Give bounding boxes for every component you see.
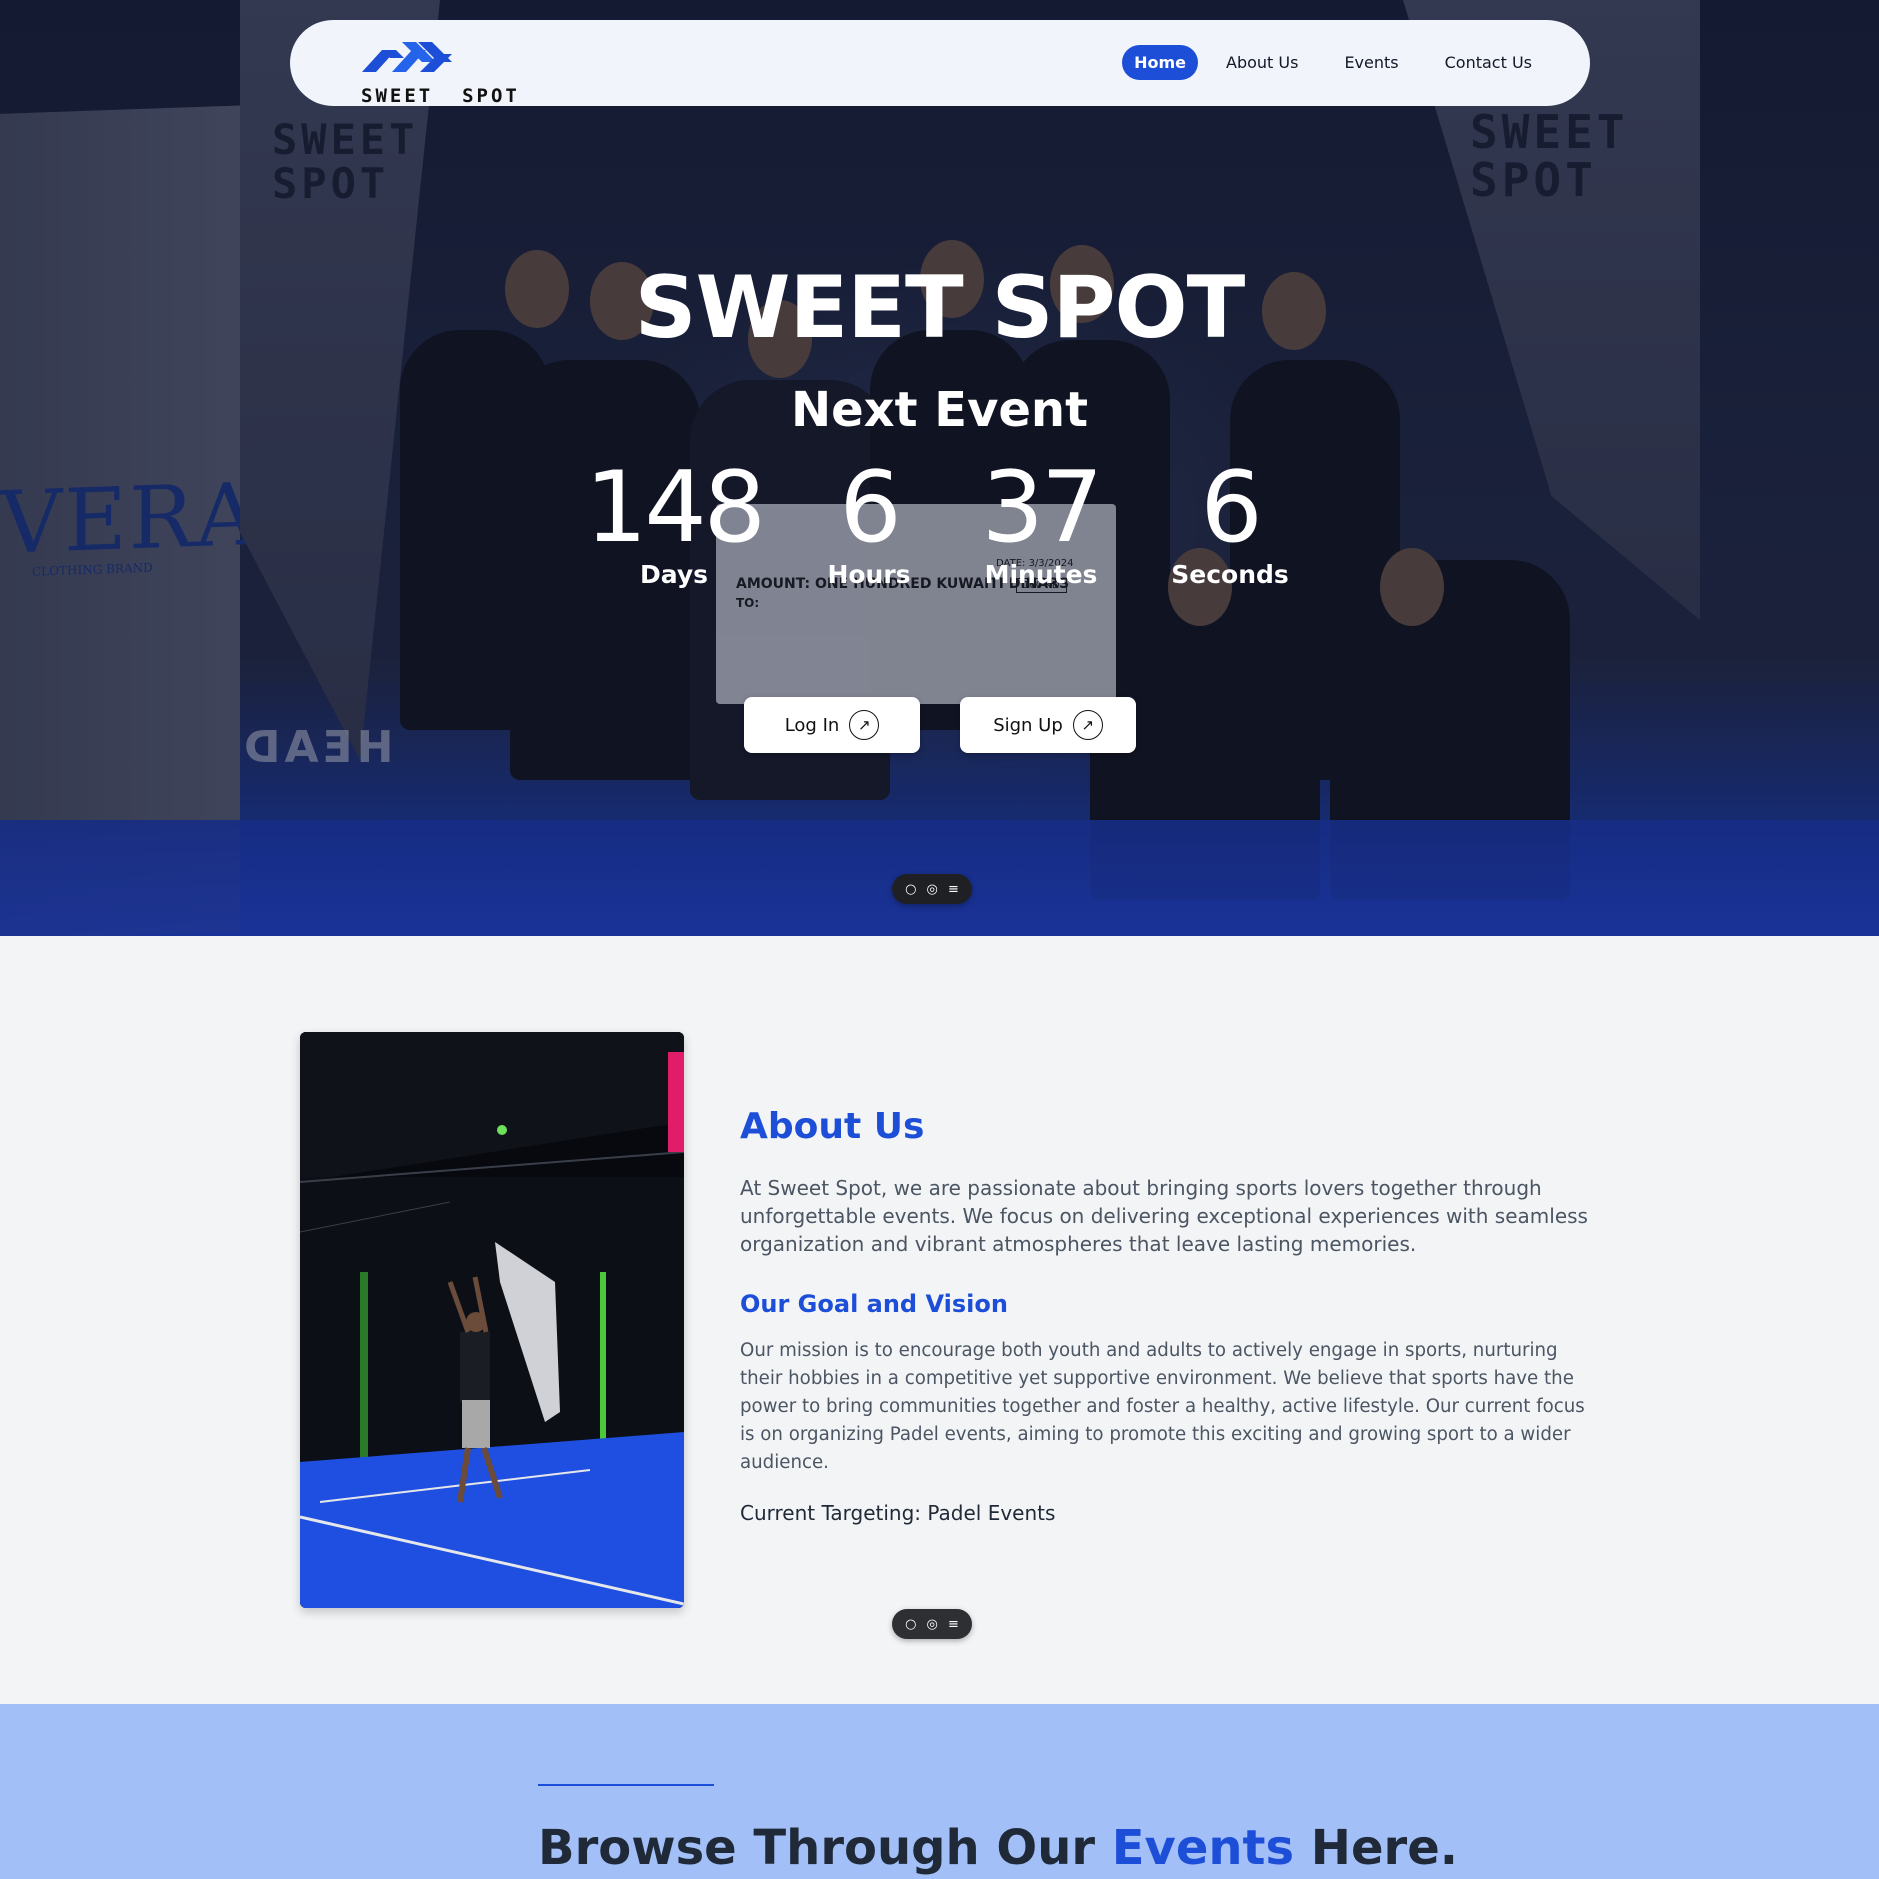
brand-logo[interactable]: SWEET SPOT xyxy=(326,30,517,107)
login-button[interactable]: Log In ↗ xyxy=(744,697,920,753)
events-section: Browse Through Our Events Here. xyxy=(0,1704,1879,1879)
comment-icon[interactable]: ○ xyxy=(905,1617,916,1632)
about-us-paragraph: At Sweet Spot, we are passionate about b… xyxy=(740,1176,1588,1256)
arrow-up-right-icon: ↗ xyxy=(1072,710,1103,740)
about-us-title: About Us xyxy=(740,1106,925,1147)
comment-icon[interactable]: ○ xyxy=(905,882,916,897)
hero-title: SWEET SPOT xyxy=(634,258,1246,358)
countdown-seconds-value: 6 xyxy=(1200,451,1262,565)
countdown-hours-value: 6 xyxy=(839,451,901,565)
events-heading-accent: Events xyxy=(1111,1820,1295,1876)
countdown-minutes-label: Minutes xyxy=(984,559,1098,589)
countdown-days: 148 Days xyxy=(574,451,774,589)
about-padel-photo xyxy=(300,1032,684,1608)
navbar: SWEET SPOT Home About Us Events Contact … xyxy=(290,20,1590,107)
events-heading: Browse Through Our Events Here. xyxy=(538,1820,1458,1876)
countdown-days-value: 148 xyxy=(584,451,766,565)
countdown-hours: 6 Hours xyxy=(769,451,969,589)
floating-toolbar-secondary: ○ ◎ ≡ xyxy=(892,1609,972,1639)
countdown-seconds-label: Seconds xyxy=(1171,559,1289,589)
logo-chevrons-icon xyxy=(362,42,452,72)
signup-button-label: Sign Up xyxy=(993,714,1063,736)
nav-home[interactable]: Home xyxy=(1122,45,1198,80)
goal-vision-paragraph: Our mission is to encourage both youth a… xyxy=(740,1340,1585,1473)
events-divider xyxy=(538,1784,714,1786)
menu-icon[interactable]: ≡ xyxy=(948,882,959,897)
nav-about-us[interactable]: About Us xyxy=(1208,45,1316,80)
arrow-up-right-icon: ↗ xyxy=(849,710,880,740)
nav-contact-us[interactable]: Contact Us xyxy=(1427,45,1550,80)
hero-subtitle: Next Event xyxy=(790,382,1089,438)
menu-icon[interactable]: ≡ xyxy=(948,1617,959,1632)
login-button-label: Log In xyxy=(784,714,840,736)
eye-icon[interactable]: ◎ xyxy=(927,882,938,897)
brand-logo-text: SWEET SPOT xyxy=(361,85,520,107)
nav-events[interactable]: Events xyxy=(1326,45,1416,80)
eye-icon[interactable]: ◎ xyxy=(927,1617,938,1632)
countdown-timer: 148 Days 6 Hours 37 Minutes 6 Seconds xyxy=(0,451,1879,624)
events-heading-post: Here. xyxy=(1294,1820,1458,1876)
floating-toolbar: ○ ◎ ≡ xyxy=(892,874,972,904)
goal-vision-title: Our Goal and Vision xyxy=(740,1290,1008,1318)
signup-button[interactable]: Sign Up ↗ xyxy=(960,697,1136,753)
countdown-seconds: 6 Seconds xyxy=(1130,451,1330,589)
padel-player-illustration xyxy=(300,1032,684,1608)
current-targeting: Current Targeting: Padel Events xyxy=(740,1501,1056,1525)
countdown-minutes: 37 Minutes xyxy=(941,451,1141,589)
events-heading-pre: Browse Through Our xyxy=(538,1820,1112,1876)
nav-links: Home About Us Events Contact Us xyxy=(1122,45,1550,80)
countdown-minutes-value: 37 xyxy=(981,451,1104,565)
countdown-hours-label: Hours xyxy=(827,559,911,589)
